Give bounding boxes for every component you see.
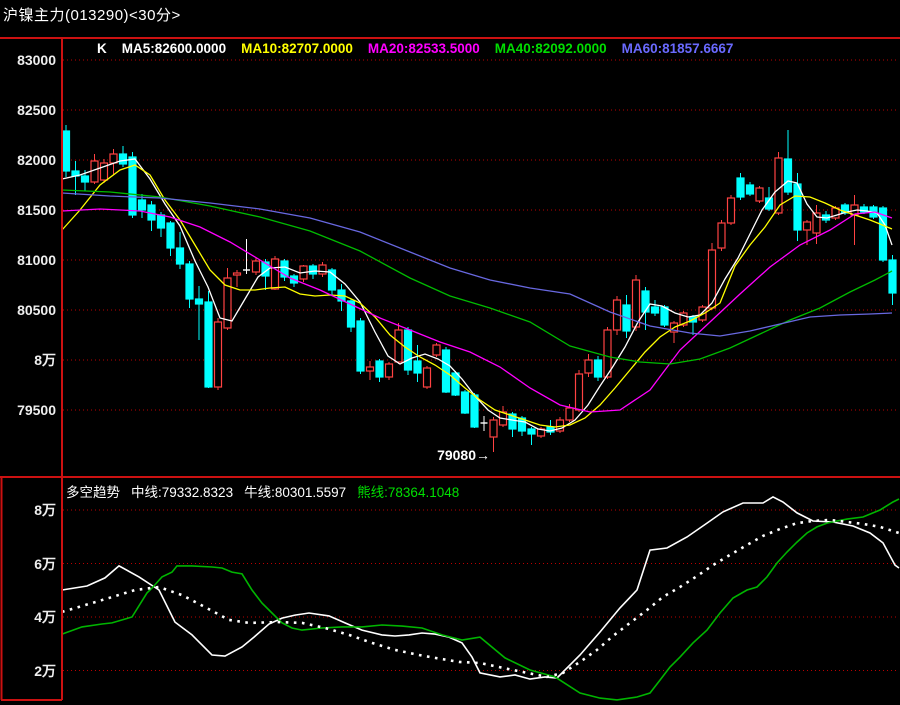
candle-up: [574, 373, 584, 411]
candle-up: [213, 321, 223, 388]
candle-up: [365, 366, 375, 372]
candle-down: [783, 158, 793, 193]
candle-up: [251, 260, 261, 273]
legend-indicator-name: 多空趋势: [66, 485, 120, 500]
candle-down: [460, 391, 470, 414]
candle-down: [194, 298, 204, 305]
y-axis-label: 4万: [34, 609, 56, 625]
candle-up: [726, 197, 736, 224]
y-axis-label: 83000: [17, 52, 56, 68]
candle-down: [470, 394, 479, 428]
main-chart-legend: K MA5:82600.0000 MA10:82707.0000 MA20:82…: [97, 41, 733, 56]
y-axis-label: 8万: [34, 502, 56, 518]
legend-bear-line: 熊线:78364.1048: [357, 485, 460, 500]
legend-ma40: MA40:82092.0000: [494, 41, 607, 56]
candle-up: [755, 187, 764, 202]
y-axis-label: 8万: [34, 352, 56, 368]
legend-k: K: [97, 41, 107, 56]
candle-down: [527, 428, 536, 435]
candle-up: [232, 272, 242, 276]
candle-up: [422, 367, 432, 388]
candle-up: [90, 160, 99, 183]
candle-down: [156, 214, 166, 229]
y-axis-label: 6万: [34, 555, 56, 572]
y-axis-label: 2万: [34, 662, 56, 679]
sub-chart-legend: 多空趋势 中线:79332.8323 牛线:80301.5597 熊线:7836…: [66, 481, 459, 501]
candle-up: [270, 258, 280, 290]
y-axis-label: 82000: [17, 152, 56, 168]
candle-up: [432, 344, 441, 356]
y-axis-label: 82500: [17, 102, 56, 118]
indicator-line: [61, 495, 900, 680]
legend-ma10: MA10:82707.0000: [241, 41, 353, 56]
candle-up: [584, 359, 593, 374]
legend-ma20: MA20:82533.5000: [367, 41, 480, 56]
legend-bull-line: 牛线:80301.5597: [244, 485, 347, 500]
candle-down: [80, 175, 90, 183]
candle-down: [166, 222, 175, 249]
candle-down: [185, 263, 194, 300]
candle-down: [137, 199, 147, 211]
candle-down: [593, 359, 603, 378]
candle-up: [565, 407, 574, 421]
indicator-line: [61, 518, 900, 679]
candle-up: [489, 419, 498, 438]
candle-down: [413, 360, 422, 374]
candle-down: [204, 301, 213, 388]
candle-down: [175, 247, 185, 265]
candle-down: [118, 153, 128, 165]
candle-down: [793, 183, 802, 231]
legend-ma60: MA60:81857.6667: [621, 41, 734, 56]
low-price-annotation: 79080→: [437, 447, 490, 463]
candle-down: [650, 306, 660, 314]
candle-down: [641, 290, 650, 313]
candle-down: [356, 320, 365, 372]
candle-down: [745, 184, 755, 195]
candle-down: [61, 130, 71, 172]
candle-up: [109, 153, 118, 164]
candlestick-chart[interactable]: [0, 0, 900, 705]
y-axis-label: 80500: [17, 302, 56, 318]
candle-down: [375, 360, 384, 378]
candle-down: [308, 265, 318, 275]
y-axis-label: 81000: [17, 252, 56, 268]
y-axis-label: 81500: [17, 202, 56, 218]
candle-up: [394, 329, 403, 363]
trading-app-window: 沪镍主力(013290)<30分> K MA5:82600.0000 MA10:…: [0, 0, 900, 705]
candle-up: [384, 363, 394, 378]
candle-up: [717, 222, 726, 249]
candle-down: [451, 372, 460, 396]
y-axis-label: 79500: [17, 402, 56, 418]
legend-ma5: MA5:82600.0000: [121, 41, 227, 56]
candle-up: [318, 264, 327, 275]
candle-down: [660, 306, 669, 326]
legend-mid-line: 中线:79332.8323: [131, 485, 234, 500]
candle-up: [802, 221, 812, 231]
candle-down: [888, 259, 897, 294]
candle-down: [736, 177, 745, 198]
